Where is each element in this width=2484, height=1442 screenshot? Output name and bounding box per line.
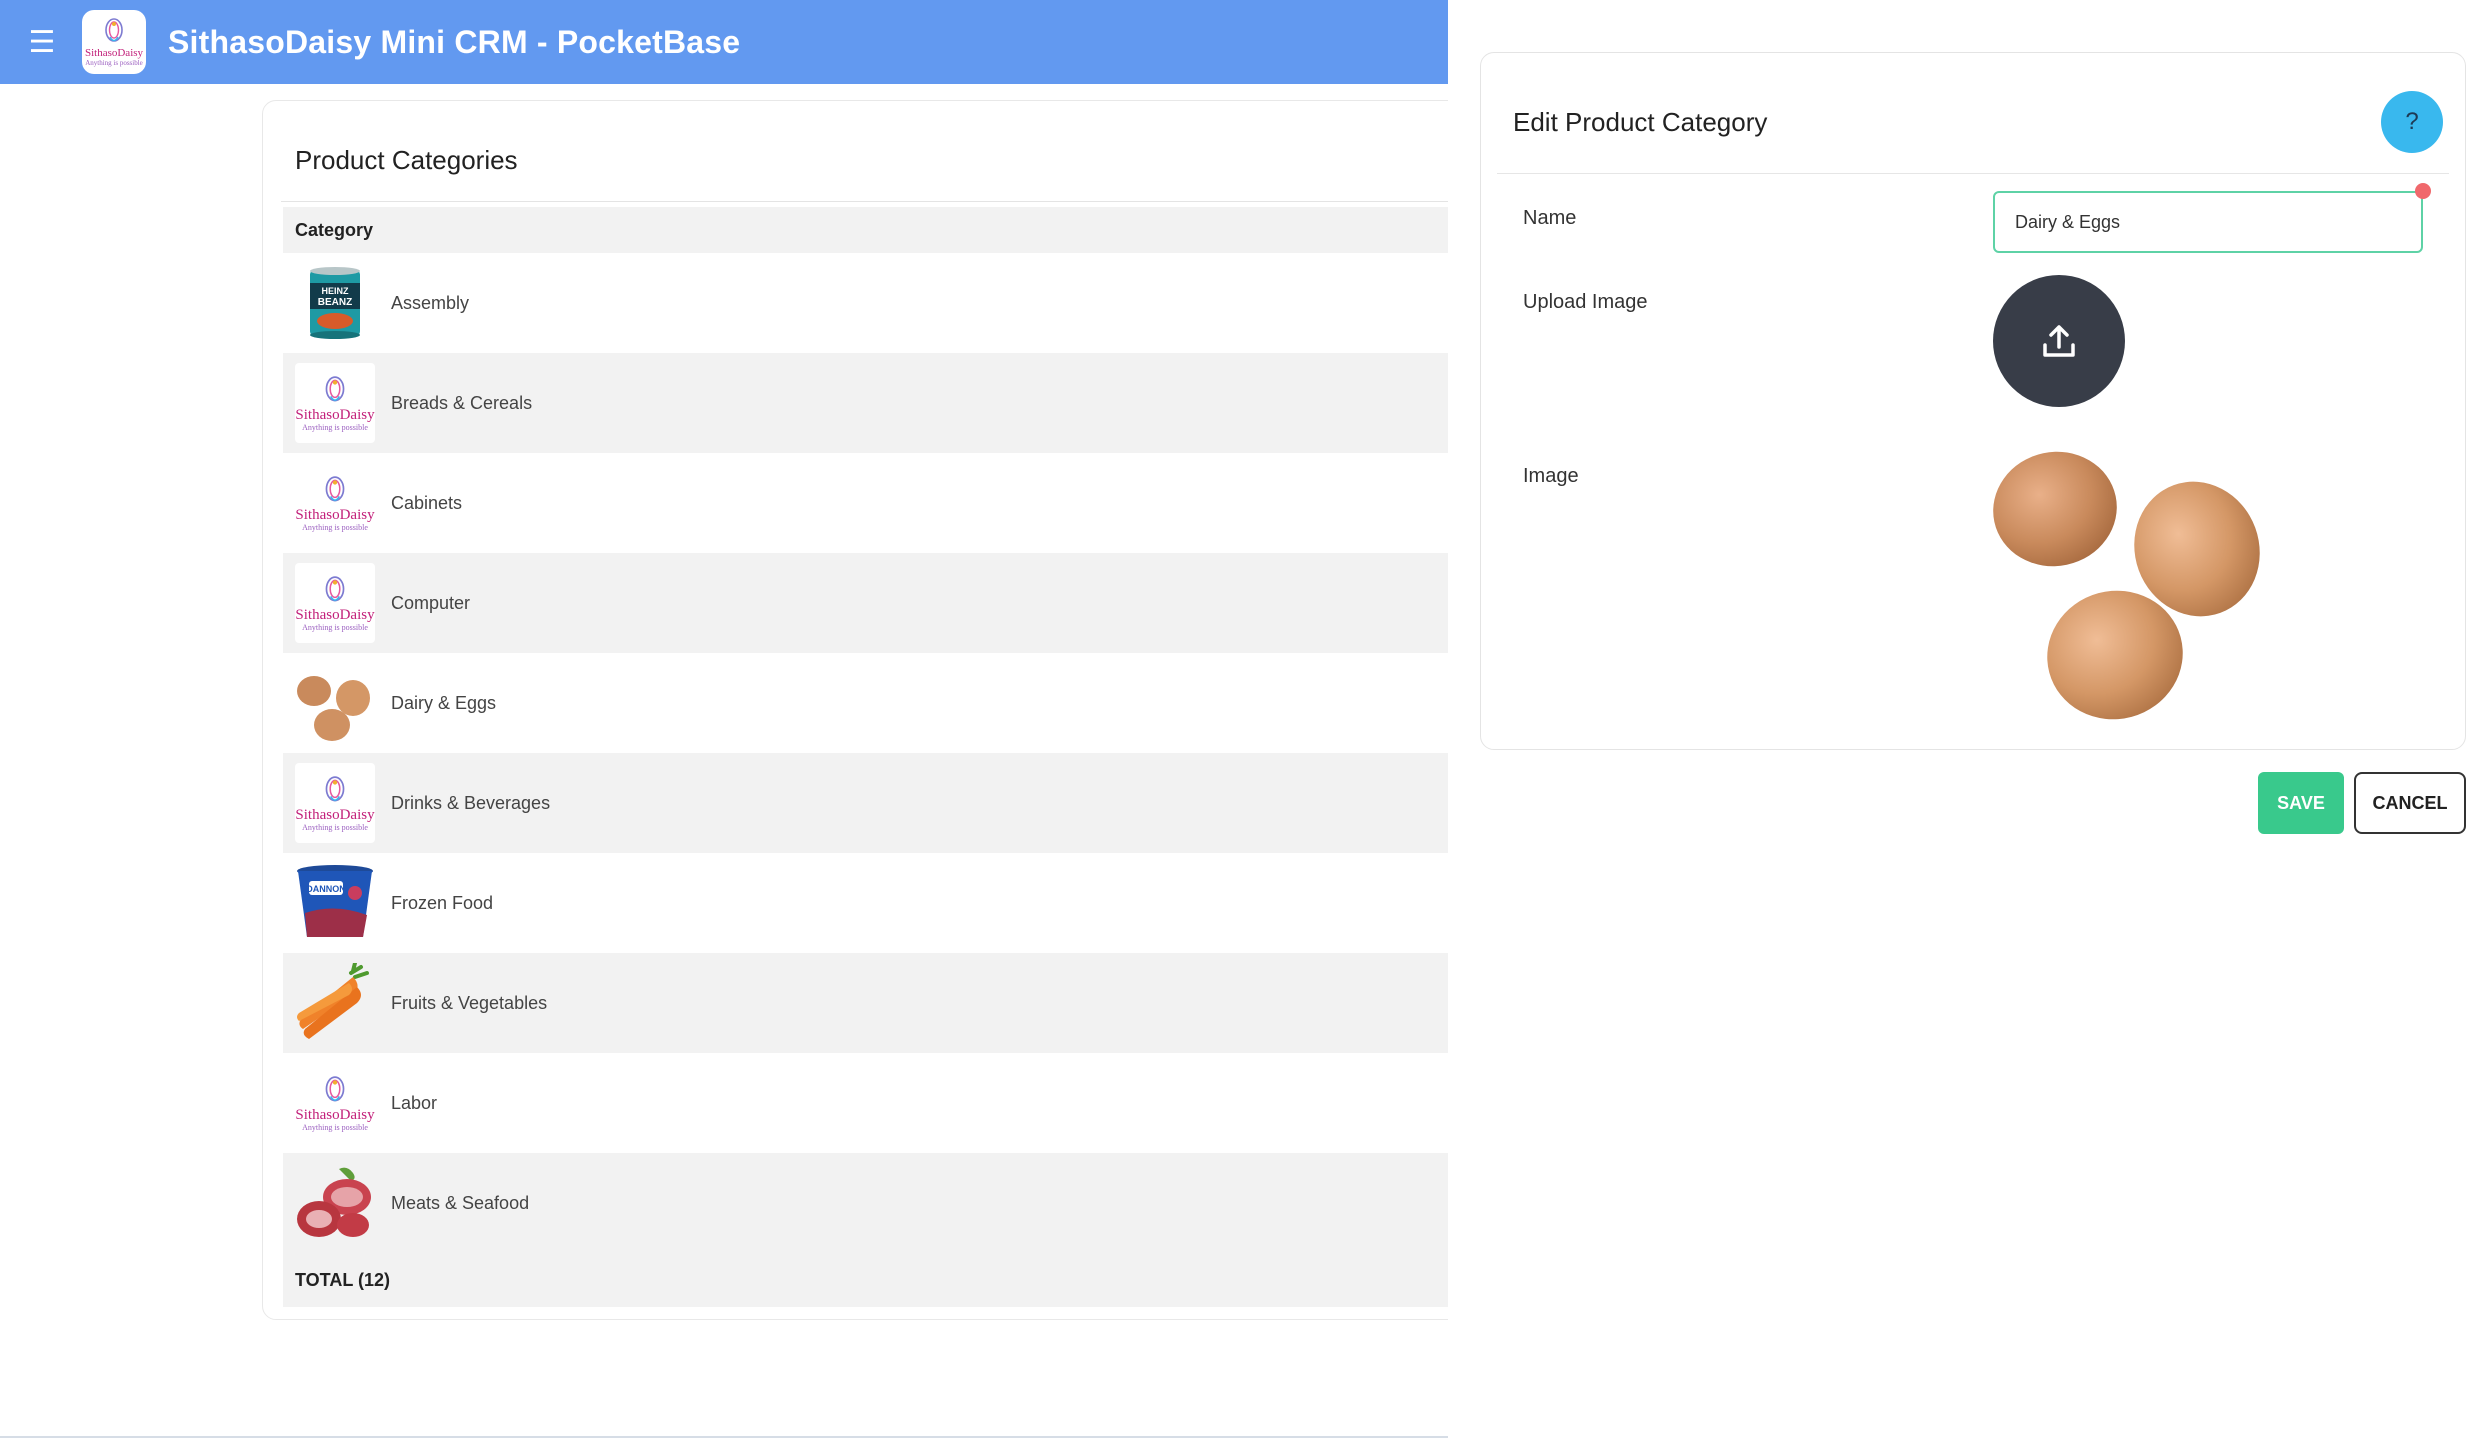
sithasodaisy-logo-thumbnail: SithasoDaisy Anything is possible <box>295 763 375 843</box>
help-button[interactable]: ? <box>2381 91 2443 153</box>
category-label: Fruits & Vegetables <box>391 992 548 1013</box>
table-row[interactable]: HEINZ BEANZ Assembly <box>283 253 1461 353</box>
logo-brand-text: SithasoDaisy <box>295 406 375 423</box>
logo-brand-text: SithasoDaisy <box>295 806 375 823</box>
name-input[interactable] <box>1993 191 2423 253</box>
edit-category-card: Edit Product Category ? Name Upload Imag… <box>1480 52 2466 750</box>
table-row[interactable]: SithasoDaisy Anything is possible Comput… <box>283 553 1461 653</box>
page-title: Product Categories <box>295 145 518 175</box>
category-label: Assembly <box>391 292 470 313</box>
app-title: SithasoDaisy Mini CRM - PocketBase <box>168 23 741 60</box>
eggs-thumbnail <box>295 663 375 743</box>
table-row[interactable]: SithasoDaisy Anything is possible Labor <box>283 1053 1461 1153</box>
sithasodaisy-logo-thumbnail: SithasoDaisy Anything is possible <box>295 463 375 543</box>
category-label: Labor <box>391 1092 438 1113</box>
cancel-button[interactable]: CANCEL <box>2354 772 2466 834</box>
category-label: Drinks & Beverages <box>391 792 551 813</box>
category-label: Cabinets <box>391 492 463 513</box>
category-label: Breads & Cereals <box>391 392 533 413</box>
table-row[interactable]: SithasoDaisy Anything is possible Cabine… <box>283 453 1461 553</box>
daisy-figure-icon <box>325 475 345 501</box>
table-row[interactable]: Meats & Seafood <box>283 1153 1461 1253</box>
required-indicator <box>2415 183 2431 199</box>
daisy-figure-icon <box>325 375 345 401</box>
meat-thumbnail <box>295 1163 375 1243</box>
table-row[interactable]: Dairy & Eggs <box>283 653 1461 753</box>
sithasodaisy-logo: SithasoDaisy Anything is possible <box>85 17 143 67</box>
sithasodaisy-logo-thumbnail: SithasoDaisy Anything is possible <box>295 363 375 443</box>
edit-panel-title: Edit Product Category <box>1513 107 1768 137</box>
table-row[interactable]: DANNON Frozen Food <box>283 853 1461 953</box>
logo-tagline-text: Anything is possible <box>85 59 143 67</box>
table-row[interactable]: Fruits & Vegetables <box>283 953 1461 1053</box>
sithasodaisy-logo-thumbnail: SithasoDaisy Anything is possible <box>295 1063 375 1143</box>
sithasodaisy-logo-thumbnail: SithasoDaisy Anything is possible <box>295 563 375 643</box>
image-field-label: Image <box>1523 465 1579 487</box>
app-header: ☰ SithasoDaisy Anything is possible Sith… <box>0 0 1448 84</box>
category-label: Dairy & Eggs <box>391 692 497 713</box>
yogurt-cup-thumbnail: DANNON <box>295 863 375 943</box>
categories-table: Category HEINZ BEANZ Assembly SithasoDai… <box>283 207 1461 1307</box>
table-row[interactable]: SithasoDaisy Anything is possible Drinks… <box>283 753 1461 853</box>
table-total-footer: TOTAL (12) <box>283 1253 1461 1307</box>
logo-tagline-text: Anything is possible <box>302 1122 368 1132</box>
logo-brand-text: SithasoDaisy <box>295 606 375 623</box>
logo-tagline-text: Anything is possible <box>302 522 368 532</box>
category-label: Meats & Seafood <box>391 1192 530 1213</box>
upload-icon <box>2043 325 2075 357</box>
logo-brand-text: SithasoDaisy <box>84 47 144 59</box>
daisy-figure-icon <box>325 775 345 801</box>
daisy-figure-icon <box>325 575 345 601</box>
logo-tagline-text: Anything is possible <box>302 622 368 632</box>
product-categories-card: Product Categories Category HEINZ BEANZ … <box>262 100 1462 1320</box>
svg-text:DANNON: DANNON <box>306 884 346 894</box>
upload-button[interactable] <box>1993 275 2125 407</box>
edit-drawer: Edit Product Category ? Name Upload Imag… <box>1448 0 2484 1442</box>
category-label: Frozen Food <box>391 892 494 913</box>
column-header-category[interactable]: Category <box>283 207 1461 253</box>
svg-text:BEANZ: BEANZ <box>318 297 352 308</box>
beans-can-thumbnail: HEINZ BEANZ <box>295 263 375 343</box>
logo-tagline-text: Anything is possible <box>302 422 368 432</box>
carrots-thumbnail <box>295 963 375 1043</box>
logo-brand-text: SithasoDaisy <box>295 1106 375 1123</box>
category-image-preview <box>1991 449 2271 727</box>
save-button[interactable]: SAVE <box>2258 772 2344 834</box>
logo-brand-text: SithasoDaisy <box>295 506 375 523</box>
title-divider <box>281 201 1461 202</box>
daisy-figure-icon <box>325 1075 345 1101</box>
hamburger-menu-icon[interactable]: ☰ <box>22 22 62 62</box>
daisy-figure-icon <box>105 18 123 42</box>
table-row[interactable]: SithasoDaisy Anything is possible Breads… <box>283 353 1461 453</box>
upload-image-label: Upload Image <box>1523 291 1648 313</box>
name-field-label: Name <box>1523 207 1577 229</box>
edit-title-divider <box>1497 173 2449 174</box>
category-label: Computer <box>391 592 471 613</box>
app-logo[interactable]: SithasoDaisy Anything is possible <box>82 10 146 74</box>
logo-tagline-text: Anything is possible <box>302 822 368 832</box>
bottom-border <box>0 1436 1448 1438</box>
svg-text:HEINZ: HEINZ <box>322 286 350 296</box>
